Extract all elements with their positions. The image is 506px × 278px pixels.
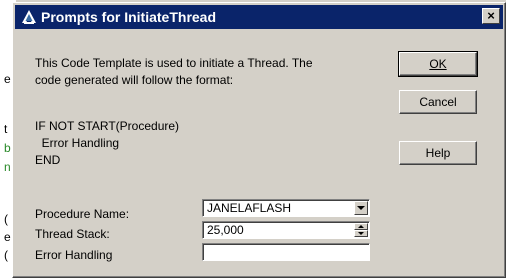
arrow-down-icon: [358, 232, 364, 235]
cancel-button[interactable]: Cancel: [399, 90, 477, 114]
background-text: (: [4, 212, 8, 226]
dropdown-button[interactable]: [354, 201, 368, 215]
help-button-label: Help: [425, 146, 451, 160]
prompts-dialog: Prompts for InitiateThread × This Code T…: [12, 2, 506, 278]
format-line: Error Handling: [35, 136, 120, 150]
error-handling-input[interactable]: [202, 243, 370, 261]
procedure-name-value: JANELAFLASH: [207, 201, 292, 215]
background-text: b: [4, 141, 11, 155]
format-line: IF NOT START(Procedure): [35, 119, 180, 133]
thread-stack-value: 25,000: [207, 223, 244, 237]
ok-button-label: OK: [429, 57, 447, 71]
procedure-name-dropdown[interactable]: JANELAFLASH: [202, 199, 370, 217]
clarion-app-icon: [22, 10, 36, 24]
background-text: t: [4, 122, 8, 136]
error-handling-label: Error Handling: [35, 248, 113, 262]
chevron-down-icon: [357, 206, 365, 210]
dialog-title: Prompts for InitiateThread: [41, 9, 217, 25]
close-icon: ×: [487, 8, 495, 23]
spin-down-button[interactable]: [354, 230, 368, 237]
ok-button[interactable]: OK: [398, 51, 478, 77]
background-text: n: [4, 160, 11, 174]
background-text: e: [4, 230, 11, 244]
procedure-name-label: Procedure Name:: [35, 207, 130, 221]
description-line: code generated will follow the format:: [35, 73, 234, 87]
thread-stack-label: Thread Stack:: [35, 227, 110, 241]
title-bar[interactable]: Prompts for InitiateThread ×: [15, 5, 503, 29]
description-line: This Code Template is used to initiate a…: [35, 56, 313, 70]
help-button[interactable]: Help: [399, 141, 477, 165]
spin-up-down-icon[interactable]: [354, 223, 368, 237]
spin-up-button[interactable]: [354, 223, 368, 230]
background-text: (: [4, 248, 8, 262]
arrow-up-icon: [358, 225, 364, 228]
cancel-button-label: Cancel: [419, 95, 457, 109]
thread-stack-spinner[interactable]: 25,000: [202, 221, 370, 239]
close-button[interactable]: ×: [482, 8, 500, 24]
format-line: END: [35, 153, 61, 167]
background-text: e: [4, 72, 11, 86]
